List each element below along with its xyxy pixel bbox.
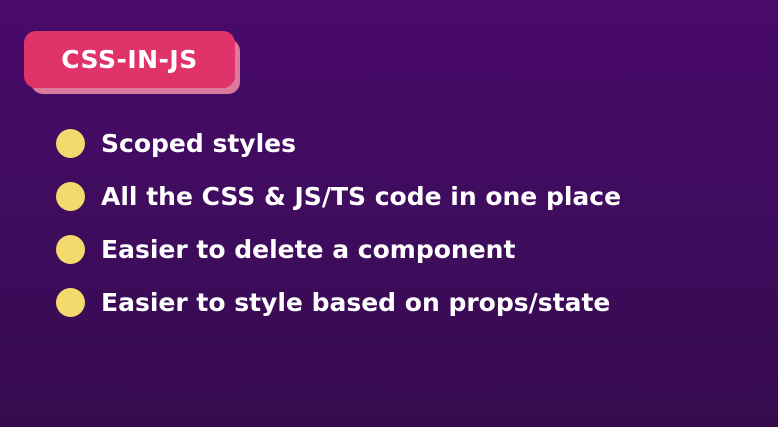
bullet-dot-icon: [56, 287, 85, 317]
slide: CSS-IN-JS Scoped styles All the CSS & JS…: [0, 0, 778, 427]
bullet-item: All the CSS & JS/TS code in one place: [56, 170, 621, 222]
bullet-dot-icon: [56, 128, 85, 158]
bullet-item: Easier to style based on props/state: [56, 276, 621, 328]
bullet-text: Easier to delete a component: [101, 234, 516, 264]
bullet-text: All the CSS & JS/TS code in one place: [101, 181, 622, 211]
slide-title: CSS-IN-JS: [24, 31, 235, 88]
bullet-item: Easier to delete a component: [56, 223, 621, 275]
title-badge-group: CSS-IN-JS: [24, 31, 240, 94]
bullet-text: Easier to style based on props/state: [101, 287, 611, 317]
bullet-item: Scoped styles: [56, 117, 621, 169]
bullet-dot-icon: [56, 234, 85, 264]
bullet-dot-icon: [56, 181, 85, 211]
bullet-text: Scoped styles: [101, 128, 296, 158]
bullet-list: Scoped styles All the CSS & JS/TS code i…: [56, 117, 621, 329]
